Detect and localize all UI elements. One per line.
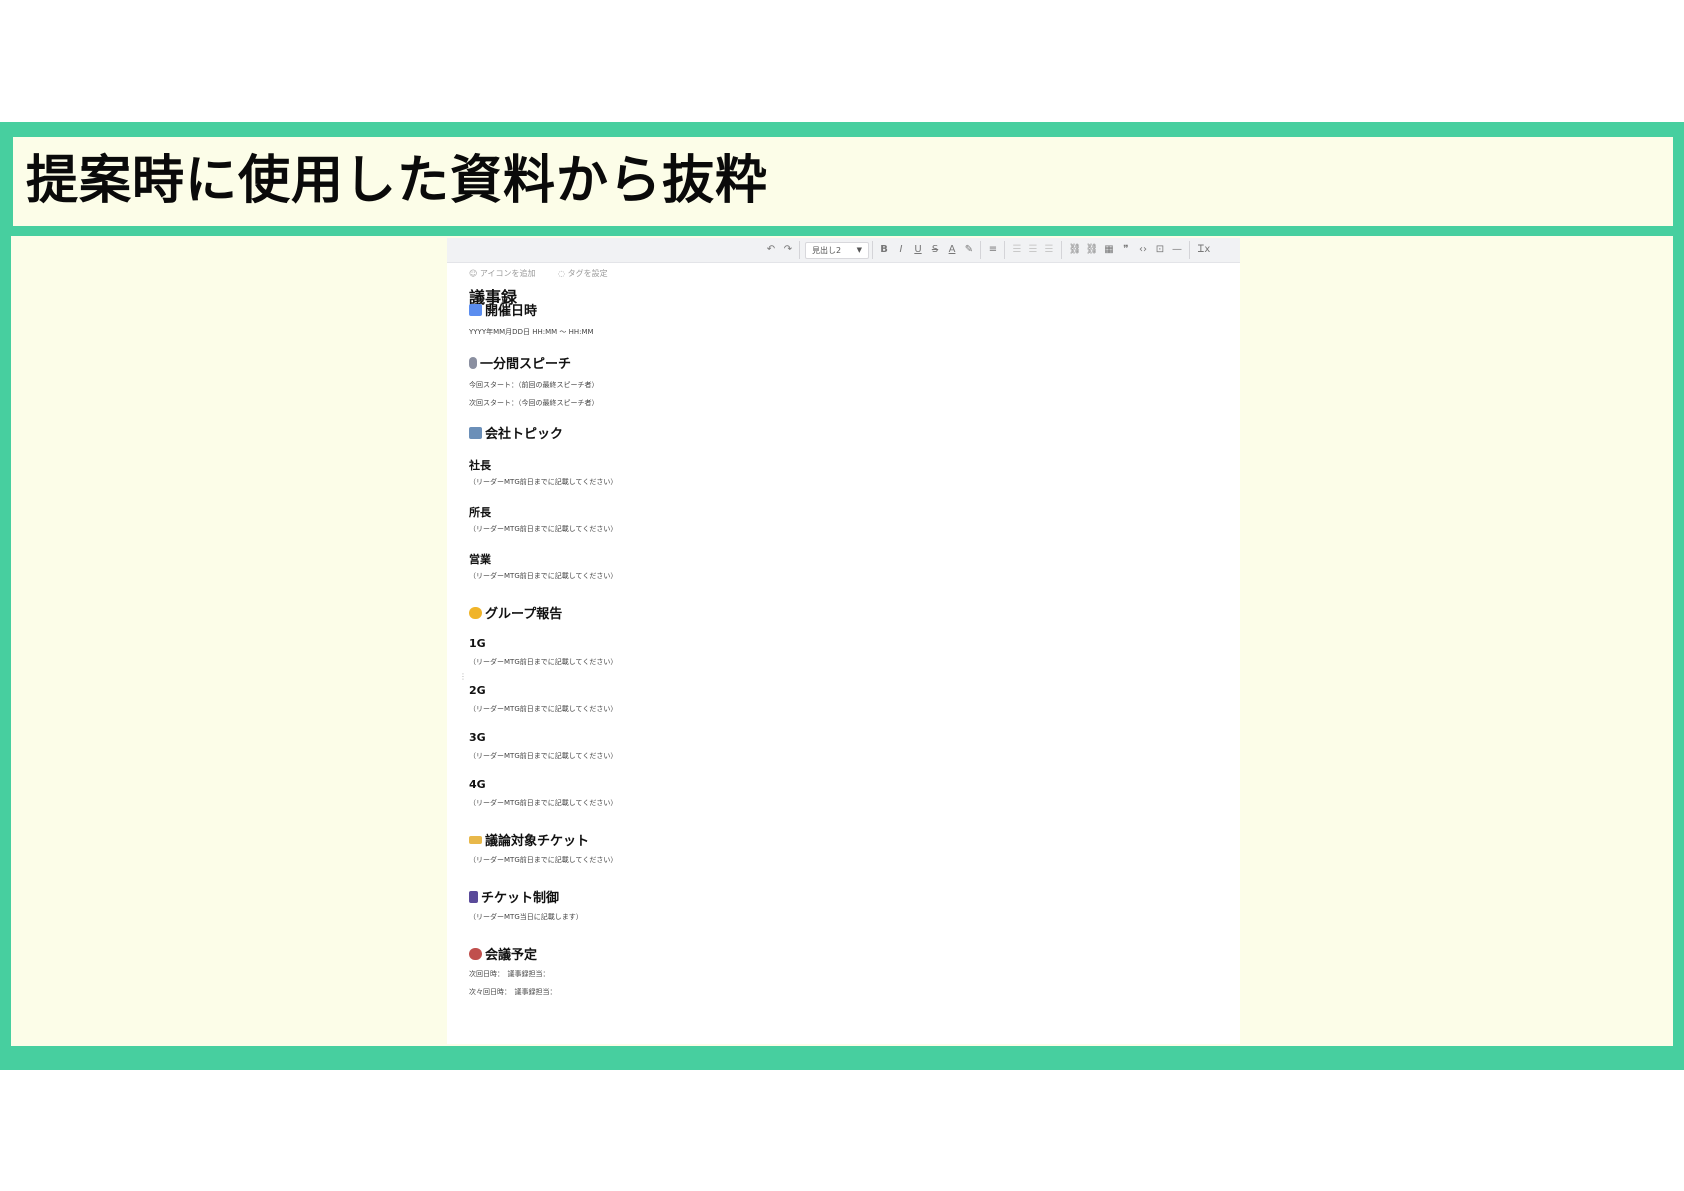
meeting-line-2[interactable]: 次々回日時： 議事録担当： <box>469 987 557 997</box>
heading-text: チケット制御 <box>481 891 560 906</box>
building-icon <box>469 427 482 439</box>
subheading-4g[interactable]: 4G <box>469 778 486 791</box>
section-heading-date[interactable]: 開催日時 <box>469 304 537 320</box>
heading-text: 会議予定 <box>485 948 538 963</box>
meeting-line-1[interactable]: 次回日時： 議事録担当： <box>469 969 550 979</box>
section-heading-tickets[interactable]: 議論対象チケット <box>469 834 589 850</box>
chevron-down-icon: ▼ <box>856 246 862 254</box>
align-icon[interactable]: ≡ <box>985 242 1001 258</box>
subheading-president[interactable]: 社長 <box>469 457 491 473</box>
divider-icon[interactable]: — <box>1169 242 1185 258</box>
subheading-2g[interactable]: 2G <box>469 684 486 697</box>
note-text[interactable]: （リーダーMTG前日までに記載してください） <box>469 477 617 487</box>
control-panel-icon <box>469 891 478 903</box>
heading-select-value: 見出し2 <box>812 246 842 255</box>
quote-icon[interactable]: ❞ <box>1118 242 1134 258</box>
speech-line-2[interactable]: 次回スタート：（今回の最終スピーチ者） <box>469 398 599 408</box>
section-heading-meeting[interactable]: 会議予定 <box>469 948 537 964</box>
add-tag-label: タグを設定 <box>567 269 608 278</box>
calendar-icon <box>469 304 482 316</box>
heading-text: 開催日時 <box>485 304 538 319</box>
heading-text: 一分間スピーチ <box>480 357 572 372</box>
bold-icon[interactable]: B <box>876 242 892 258</box>
section-heading-control[interactable]: チケット制御 <box>469 891 559 907</box>
subheading-1g[interactable]: 1G <box>469 637 486 650</box>
embed-icon[interactable]: ⊡ <box>1152 242 1168 258</box>
note-text[interactable]: （リーダーMTG前日までに記載してください） <box>469 751 617 761</box>
redo-icon[interactable]: ↷ <box>780 242 796 258</box>
heading-text: 会社トピック <box>485 427 564 442</box>
note-text[interactable]: （リーダーMTG前日までに記載してください） <box>469 657 617 667</box>
editor-screenshot: ↶ ↷ 見出し2 ▼ B I U S A ✎ ≡ ☰ ☰ ☰ ⛓ ⛓ ▦ ❞ ‹… <box>447 238 1240 1044</box>
add-tag-link[interactable]: ◌ タグを設定 <box>558 269 618 278</box>
subheading-sales[interactable]: 営業 <box>469 551 491 567</box>
date-text[interactable]: YYYY年MM月DD日 HH:MM 〜 HH:MM <box>469 327 594 337</box>
toolbar-separator <box>1004 241 1005 259</box>
toolbar-separator <box>980 241 981 259</box>
subheading-3g[interactable]: 3G <box>469 731 486 744</box>
heading-text: グループ報告 <box>485 607 563 622</box>
note-text[interactable]: （リーダーMTG前日までに記載してください） <box>469 855 617 865</box>
ticket-icon <box>469 836 482 844</box>
editor-toolbar: ↶ ↷ 見出し2 ▼ B I U S A ✎ ≡ ☰ ☰ ☰ ⛓ ⛓ ▦ ❞ ‹… <box>447 238 1240 263</box>
link-icon[interactable]: ⛓ <box>1067 242 1083 258</box>
drag-handle-icon[interactable]: ⋮ <box>459 672 467 681</box>
toolbar-separator <box>1061 241 1062 259</box>
note-text[interactable]: （リーダーMTG前日までに記載してください） <box>469 798 617 808</box>
toolbar-separator <box>872 241 873 259</box>
clear-format-icon[interactable]: Ꮖx <box>1196 242 1212 258</box>
note-text[interactable]: （リーダーMTG前日までに記載してください） <box>469 524 617 534</box>
speech-line-1[interactable]: 今回スタート：（前回の最終スピーチ者） <box>469 380 599 390</box>
subheading-director[interactable]: 所長 <box>469 504 491 520</box>
section-heading-company[interactable]: 会社トピック <box>469 427 563 443</box>
add-icon-label: アイコンを追加 <box>479 269 536 278</box>
section-heading-speech[interactable]: 一分間スピーチ <box>469 357 571 373</box>
undo-icon[interactable]: ↶ <box>763 242 779 258</box>
text-color-icon[interactable]: A <box>944 242 960 258</box>
italic-icon[interactable]: I <box>893 242 909 258</box>
heading-select[interactable]: 見出し2 ▼ <box>805 242 869 259</box>
bullet-list-icon[interactable]: ☰ <box>1009 242 1025 258</box>
highlight-icon[interactable]: ✎ <box>961 242 977 258</box>
toolbar-separator <box>1189 241 1190 259</box>
underline-icon[interactable]: U <box>910 242 926 258</box>
section-heading-group[interactable]: グループ報告 <box>469 607 562 623</box>
strikethrough-icon[interactable]: S <box>927 242 943 258</box>
code-icon[interactable]: ‹› <box>1135 242 1151 258</box>
numbered-list-icon[interactable]: ☰ <box>1025 242 1041 258</box>
add-icon-link[interactable]: ☺ アイコンを追加 <box>469 269 546 278</box>
note-text[interactable]: （リーダーMTG当日に記載します） <box>469 912 583 922</box>
doc-meta-row: ☺ アイコンを追加 ◌ タグを設定 <box>469 268 628 279</box>
note-text[interactable]: （リーダーMTG前日までに記載してください） <box>469 704 617 714</box>
heading-text: 議論対象チケット <box>485 834 590 849</box>
microphone-icon <box>469 357 477 369</box>
alarm-clock-icon <box>469 948 482 960</box>
slide-title: 提案時に使用した資料から抜粋 <box>26 151 769 211</box>
unlink-icon[interactable]: ⛓ <box>1084 242 1100 258</box>
handshake-icon <box>469 607 482 619</box>
checklist-icon[interactable]: ☰ <box>1041 242 1057 258</box>
note-text[interactable]: （リーダーMTG前日までに記載してください） <box>469 571 617 581</box>
table-icon[interactable]: ▦ <box>1101 242 1117 258</box>
toolbar-separator <box>799 241 800 259</box>
